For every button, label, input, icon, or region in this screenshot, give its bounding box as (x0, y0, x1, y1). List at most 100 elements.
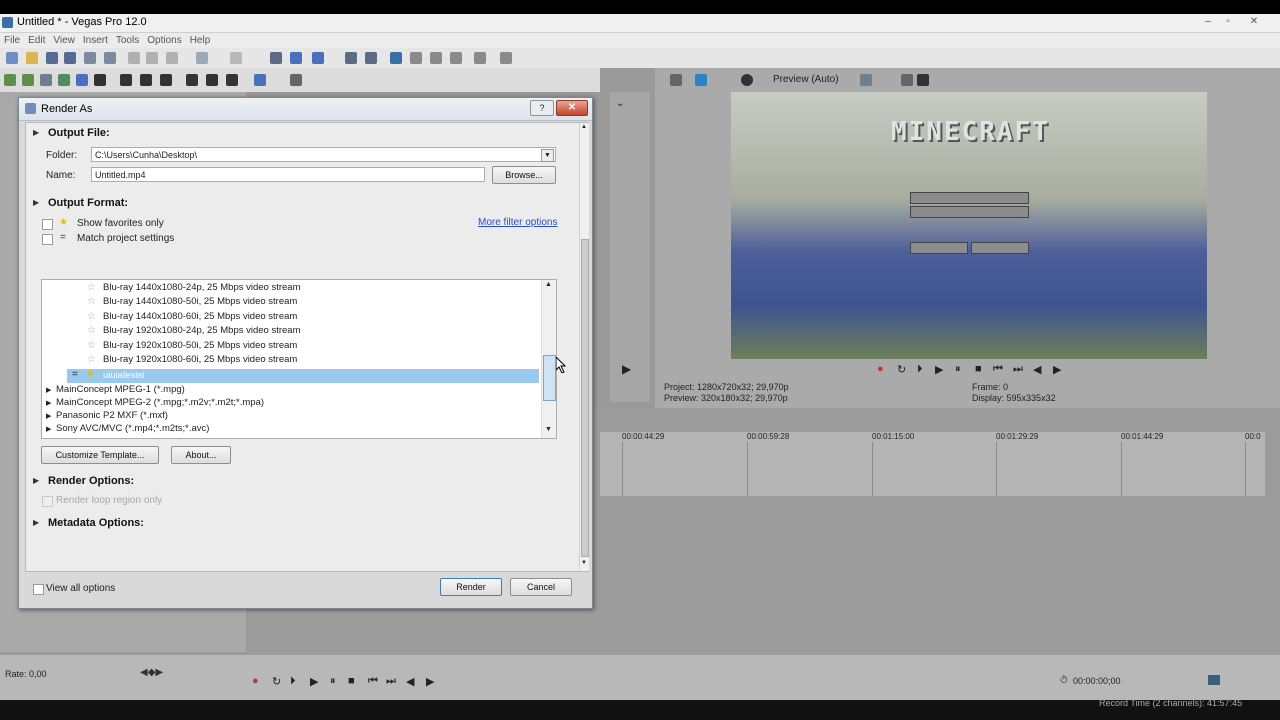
play-from-start-icon[interactable]: ⏵ (917, 363, 923, 376)
close-window-button[interactable]: ✕ (1246, 15, 1262, 29)
about-button[interactable]: About... (171, 446, 231, 464)
rate-slider[interactable]: ◀◆▶ (140, 667, 163, 678)
play-from-start-icon[interactable]: ⏵ (290, 675, 296, 688)
format-item[interactable]: MainConcept MPEG-1 (*.mpg) (56, 383, 185, 397)
list-scrollbar[interactable]: ▲ ▼ (541, 280, 556, 438)
track-dropdown[interactable]: ⌄ (616, 98, 624, 109)
stop-icon[interactable]: ■ (348, 675, 355, 687)
explorer-icon[interactable] (4, 74, 16, 86)
start-icon[interactable] (94, 74, 106, 86)
favorite-star-icon[interactable]: ☆ (87, 311, 96, 322)
lock-envelopes-icon[interactable] (390, 52, 402, 64)
whats-this-help-icon[interactable] (500, 52, 512, 64)
trimmer-play-icon[interactable]: ▶ (622, 362, 631, 376)
menu-help[interactable]: Help (186, 33, 215, 48)
more-filter-options-link[interactable]: More filter options (478, 217, 557, 228)
chevron-down-icon[interactable]: ▼ (541, 149, 554, 162)
refresh-icon[interactable] (22, 74, 34, 86)
delete-icon[interactable] (120, 74, 132, 86)
capture-icon[interactable] (160, 74, 172, 86)
play-icon[interactable]: ▶ (310, 675, 318, 688)
paste-icon[interactable] (166, 52, 178, 64)
menu-options[interactable]: Options (143, 33, 185, 48)
view-all-options-checkbox[interactable] (33, 584, 44, 595)
prev-frame-icon[interactable]: ◀ (1033, 363, 1041, 376)
envelope-tool-icon[interactable] (290, 52, 302, 64)
maximize-button[interactable]: ▫ (1220, 15, 1236, 29)
auto-crossfade-icon[interactable] (365, 52, 377, 64)
external-monitor-icon[interactable] (695, 74, 707, 86)
play-icon[interactable] (186, 74, 198, 86)
selection-tool-icon[interactable] (312, 52, 324, 64)
go-to-end-icon[interactable]: ⏭ (1013, 363, 1023, 376)
format-template-list[interactable]: ☆ Blu-ray 1440x1080-24p, 25 Mbps video s… (41, 279, 557, 439)
globe-icon[interactable] (76, 74, 88, 86)
scroll-thumb[interactable] (543, 355, 556, 401)
scroll-up-icon[interactable]: ▲ (545, 281, 552, 288)
go-to-start-icon[interactable]: ⏮ (368, 675, 378, 688)
collapse-arrow-icon[interactable]: ▶ (33, 198, 39, 207)
star-icon[interactable]: ★ (86, 369, 95, 380)
menu-file[interactable]: File (0, 33, 24, 48)
browse-button[interactable]: Browse... (492, 166, 556, 184)
next-frame-icon[interactable]: ▶ (1053, 363, 1061, 376)
help-button[interactable]: ? (530, 100, 554, 116)
stop-icon[interactable]: ■ (975, 363, 982, 375)
monitor-icon[interactable] (1208, 675, 1220, 685)
stop-icon[interactable] (206, 74, 218, 86)
match-project-checkbox[interactable] (42, 234, 53, 245)
auto-preview-icon[interactable] (226, 74, 238, 86)
import-icon[interactable] (140, 74, 152, 86)
zoom-tool-icon[interactable] (430, 52, 442, 64)
overlays-icon[interactable] (860, 74, 872, 86)
settings-icon[interactable] (474, 52, 486, 64)
render-icon[interactable] (84, 52, 96, 64)
name-input[interactable]: Untitled.mp4 (91, 167, 485, 182)
expand-arrow-icon[interactable]: ▶ (46, 412, 51, 420)
cut-icon[interactable] (128, 52, 140, 64)
menu-tools[interactable]: Tools (112, 33, 143, 48)
dialog-titlebar[interactable]: Render As ? ✕ (19, 98, 592, 121)
preview-properties-icon[interactable] (670, 74, 682, 86)
open-icon[interactable] (26, 52, 38, 64)
save-as-icon[interactable] (64, 52, 76, 64)
loop-icon[interactable]: ↻ (897, 363, 906, 376)
scroll-up-icon[interactable]: ▲ (581, 124, 587, 130)
preview-quality-dropdown[interactable]: Preview (Auto) (773, 74, 839, 85)
views-icon[interactable] (254, 74, 266, 86)
split-screen-icon[interactable] (741, 74, 753, 86)
pause-icon[interactable]: ⏸ (330, 675, 336, 688)
cancel-button[interactable]: Cancel (510, 578, 572, 596)
customize-template-button[interactable]: Customize Template... (41, 446, 159, 464)
timeline-ruler[interactable]: 00:00:44:29 00:00:59:28 00:01:15:00 00:0… (600, 432, 1265, 496)
tool-icon[interactable] (450, 52, 462, 64)
render-button[interactable]: Render (440, 578, 502, 596)
dialog-close-button[interactable]: ✕ (556, 100, 588, 116)
favorite-star-icon[interactable]: ☆ (87, 340, 96, 351)
favorite-star-icon[interactable]: ☆ (87, 296, 96, 307)
expand-arrow-icon[interactable]: ▶ (33, 476, 39, 485)
new-project-icon[interactable] (6, 52, 18, 64)
collapse-arrow-icon[interactable]: ▶ (33, 128, 39, 137)
menu-view[interactable]: View (49, 33, 79, 48)
template-item[interactable]: Blu-ray 1440x1080-60i, 25 Mbps video str… (103, 310, 297, 324)
copy-icon[interactable] (146, 52, 158, 64)
menu-insert[interactable]: Insert (79, 33, 112, 48)
expand-arrow-icon[interactable]: ▶ (46, 399, 51, 407)
undo-icon[interactable] (196, 52, 208, 64)
record-icon[interactable]: ● (877, 363, 884, 375)
next-frame-icon[interactable]: ▶ (426, 675, 434, 688)
normal-edit-tool-icon[interactable] (270, 52, 282, 64)
selected-template-row[interactable]: = ★ uiuialesisi (67, 369, 539, 383)
prev-frame-icon[interactable]: ◀ (406, 675, 414, 688)
favorite-star-icon[interactable]: ☆ (87, 325, 96, 336)
scroll-down-icon[interactable]: ▼ (545, 426, 552, 433)
record-icon[interactable]: ● (252, 675, 259, 687)
play-icon[interactable]: ▶ (935, 363, 943, 376)
template-item[interactable]: Blu-ray 1920x1080-60i, 25 Mbps video str… (103, 353, 297, 367)
snapping-icon[interactable] (345, 52, 357, 64)
show-favorites-checkbox[interactable] (42, 219, 53, 230)
format-item[interactable]: Panasonic P2 MXF (*.mxf) (56, 409, 168, 423)
ignore-grouping-icon[interactable] (410, 52, 422, 64)
expand-arrow-icon[interactable]: ▶ (33, 518, 39, 527)
